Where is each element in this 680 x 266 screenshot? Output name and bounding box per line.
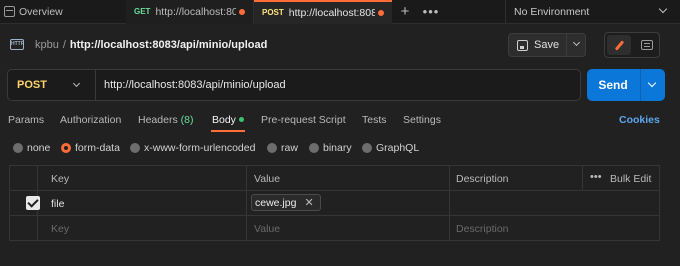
save-label: Save	[534, 39, 560, 51]
tab-post-title: http://localhost:8083/a	[288, 6, 375, 19]
header-key: Key	[51, 173, 70, 185]
comment-icon	[641, 40, 653, 50]
form-data-table: Key Value Description ••• Bulk Edit file…	[9, 165, 660, 241]
tab-pre-request-script[interactable]: Pre-request Script	[261, 114, 346, 126]
breadcrumb-separator: /	[62, 39, 66, 51]
header-description: Description	[456, 173, 509, 185]
new-description-placeholder[interactable]: Description	[456, 223, 509, 235]
radio-none-label: none	[27, 142, 51, 154]
unsaved-dot-icon[interactable]	[378, 9, 384, 16]
unsaved-dot-icon[interactable]	[239, 8, 245, 15]
radio-graphql-label: GraphQL	[376, 142, 420, 154]
tab-overview[interactable]: Overview	[0, 0, 126, 24]
method-select[interactable]: POST	[8, 70, 96, 100]
radio-circle-icon	[13, 143, 23, 153]
chevron-down-icon	[658, 4, 668, 14]
mode-switcher	[604, 32, 660, 58]
cookies-link[interactable]: Cookies	[619, 114, 660, 126]
checkbox-icon[interactable]	[26, 196, 40, 210]
radio-raw-label: raw	[281, 142, 298, 154]
send-button[interactable]: Send	[587, 69, 665, 101]
radio-binary-label: binary	[323, 142, 352, 154]
file-chip[interactable]: cewe.jpg ✕	[251, 194, 321, 211]
tab-tests[interactable]: Tests	[362, 114, 387, 126]
body-indicator-icon	[238, 117, 244, 122]
environment-label: No Environment	[514, 6, 590, 18]
comment-button[interactable]	[635, 35, 659, 55]
tab-headers-label: Headers	[138, 114, 178, 126]
chevron-down-icon[interactable]	[647, 78, 657, 88]
url-bar: POST	[7, 69, 581, 101]
http-icon: HTTP	[10, 39, 24, 50]
plus-icon[interactable]: +	[392, 0, 418, 24]
header-value: Value	[254, 173, 281, 185]
url-input[interactable]	[104, 77, 574, 93]
remove-icon[interactable]: ✕	[304, 196, 313, 209]
table-header-row: Key Value Description ••• Bulk Edit	[10, 166, 659, 191]
radio-none[interactable]: none	[13, 142, 50, 154]
more-icon[interactable]: •••	[418, 0, 444, 24]
active-tab-underline	[211, 130, 245, 132]
radio-selected-icon	[61, 143, 71, 153]
radio-circle-icon	[309, 143, 319, 153]
breadcrumb-request[interactable]: http://localhost:8083/api/minio/upload	[70, 39, 267, 51]
breadcrumb: kpbu / http://localhost:8083/api/minio/upl…	[35, 39, 267, 51]
table-row: file cewe.jpg ✕	[10, 191, 659, 216]
request-tabs: Params Authorization Headers (8) Body Pr…	[0, 110, 680, 132]
tab-settings[interactable]: Settings	[403, 114, 441, 126]
new-value-placeholder[interactable]: Value	[254, 223, 280, 235]
breadcrumb-collection[interactable]: kpbu	[35, 39, 59, 51]
breadcrumb-row: HTTP kpbu / http://localhost:8083/api/mini…	[0, 30, 680, 60]
tab-get-request[interactable]: GET http://localhost:8083/a	[126, 0, 254, 24]
send-label: Send	[598, 78, 628, 92]
radio-graphql[interactable]: GraphQL	[362, 142, 419, 154]
chevron-down-icon	[72, 79, 81, 88]
body-type-selector: none form-data x-www-form-urlencoded raw…	[0, 140, 680, 158]
headers-count: (8)	[180, 114, 194, 126]
save-icon	[517, 39, 528, 51]
save-button[interactable]: Save	[508, 33, 586, 57]
overview-icon	[4, 6, 15, 17]
file-name: cewe.jpg	[255, 196, 297, 209]
radio-form-data[interactable]: form-data	[61, 142, 120, 154]
tab-authorization[interactable]: Authorization	[60, 114, 121, 126]
tab-body[interactable]: Body	[212, 114, 244, 126]
bulk-edit-button[interactable]: Bulk Edit	[610, 173, 651, 185]
radio-circle-icon	[130, 143, 140, 153]
radio-urlencoded-label: x-www-form-urlencoded	[144, 142, 256, 154]
tab-get-method: GET	[134, 7, 151, 16]
table-row-new: Key Value Description	[10, 216, 659, 240]
radio-binary[interactable]: binary	[309, 142, 352, 154]
radio-circle-icon	[267, 143, 277, 153]
chevron-down-icon[interactable]	[572, 38, 581, 47]
send-divider	[640, 69, 641, 101]
environment-select[interactable]: No Environment	[505, 0, 680, 24]
edit-button[interactable]	[607, 35, 631, 55]
radio-raw[interactable]: raw	[267, 142, 298, 154]
radio-circle-icon	[362, 143, 372, 153]
method-label: POST	[17, 79, 47, 91]
tab-get-title: http://localhost:8083/a	[155, 5, 236, 18]
tab-body-label: Body	[212, 114, 236, 126]
edit-icon	[614, 39, 624, 51]
tab-post-method: POST	[262, 8, 284, 17]
row-key[interactable]: file	[51, 198, 64, 210]
tab-post-request[interactable]: POST http://localhost:8083/a	[254, 0, 392, 24]
tab-headers[interactable]: Headers (8)	[138, 114, 193, 126]
new-key-placeholder[interactable]: Key	[51, 223, 69, 235]
save-divider	[566, 34, 567, 56]
radio-urlencoded[interactable]: x-www-form-urlencoded	[130, 142, 255, 154]
tab-overview-label: Overview	[19, 5, 63, 18]
tab-params[interactable]: Params	[8, 114, 44, 126]
radio-form-data-label: form-data	[75, 142, 120, 154]
more-icon[interactable]: •••	[590, 171, 602, 183]
